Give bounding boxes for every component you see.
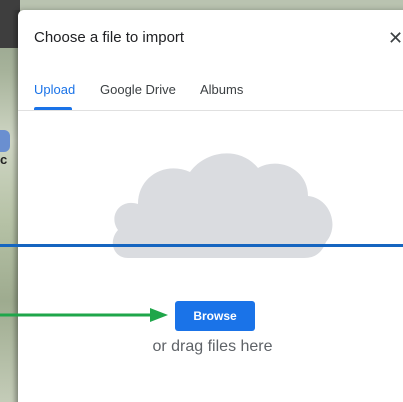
map-label: c <box>0 152 8 167</box>
close-icon[interactable]: ✕ <box>388 26 403 50</box>
import-dialog: Choose a file to import ✕ Upload Google … <box>18 10 403 402</box>
tab-google-drive[interactable]: Google Drive <box>100 82 176 97</box>
map-pin-icon <box>0 130 10 152</box>
annotation-arrow-icon <box>0 308 168 322</box>
tab-upload[interactable]: Upload <box>34 82 75 97</box>
active-tab-indicator <box>34 107 72 110</box>
dialog-title: Choose a file to import <box>34 29 185 46</box>
browse-button[interactable]: Browse <box>175 301 255 331</box>
screen: c Choose a file to import ✕ Upload Googl… <box>0 0 403 402</box>
tab-bar: Upload Google Drive Albums <box>18 68 403 111</box>
cloud-icon <box>112 153 333 258</box>
annotation-line <box>0 244 403 247</box>
drag-files-text: or drag files here <box>152 338 273 355</box>
tab-albums[interactable]: Albums <box>200 82 243 97</box>
drag-files-hint: or drag files here <box>18 338 403 356</box>
